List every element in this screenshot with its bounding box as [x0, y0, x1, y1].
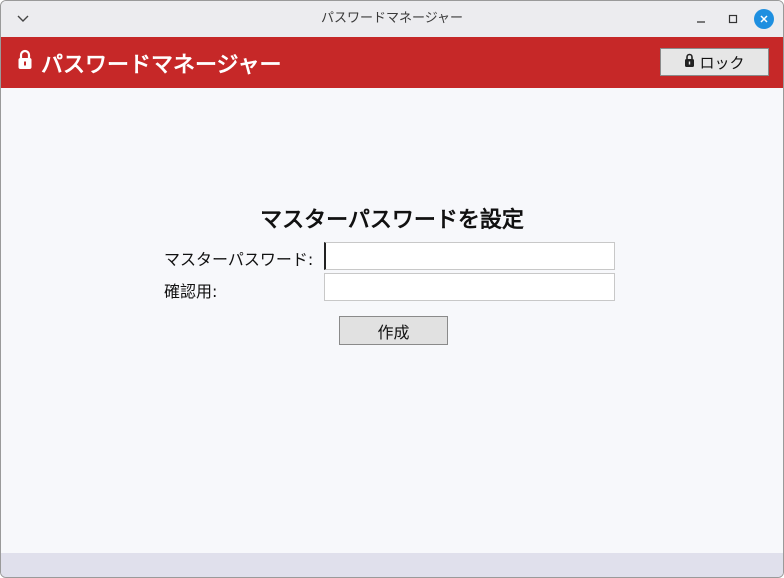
app-brand: パスワードマネージャー [17, 37, 281, 88]
lock-icon [684, 53, 695, 72]
setup-panel: マスターパスワードを設定 マスターパスワード: 確認用: 作成 [1, 88, 783, 553]
setup-heading: マスターパスワードを設定 [260, 208, 524, 233]
window-title: パスワードマネージャー [320, 11, 464, 26]
lock-button[interactable]: ロック [660, 48, 769, 76]
confirm-password-input[interactable] [324, 273, 615, 301]
title-bar: パスワードマネージャー [1, 1, 783, 37]
lock-icon [17, 49, 33, 77]
lock-button-label: ロック [699, 53, 745, 72]
app-title: パスワードマネージャー [41, 52, 282, 78]
master-password-label: マスターパスワード: [164, 250, 314, 269]
app-window: パスワードマネージャー パスワードマネージャー ロック マスターパスワードを設定… [0, 0, 784, 578]
create-button[interactable]: 作成 [339, 316, 448, 345]
close-icon[interactable] [754, 9, 774, 29]
master-password-input[interactable] [324, 242, 615, 270]
app-header: パスワードマネージャー ロック [1, 37, 783, 88]
maximize-icon[interactable] [723, 9, 743, 29]
status-bar [1, 553, 783, 577]
minimize-icon[interactable] [691, 9, 711, 29]
confirm-password-label: 確認用: [164, 282, 218, 301]
